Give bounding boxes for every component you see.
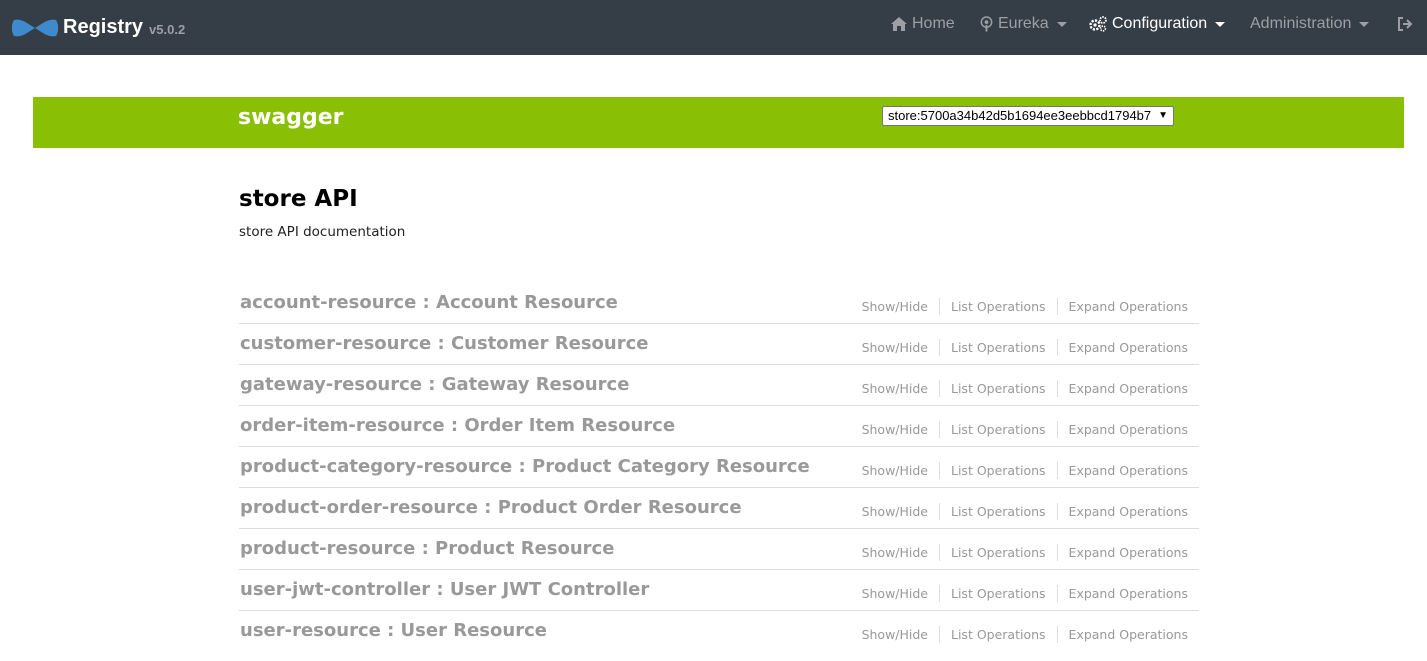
nav-configuration-dropdown[interactable]: Configuration: [1088, 0, 1226, 48]
chevron-down-icon: [1056, 21, 1067, 27]
resource-name-link[interactable]: account-resource : Account Resource: [240, 292, 618, 313]
resource-name-link[interactable]: gateway-resource : Gateway Resource: [240, 374, 629, 395]
resource-row: gateway-resource : Gateway Resource Show/…: [239, 365, 1199, 406]
brand-link[interactable]: Registry v5.0.2: [12, 0, 185, 55]
expand-operations-link[interactable]: Expand Operations: [1056, 503, 1199, 520]
resource-actions: Show/Hide List Operations Expand Operation…: [851, 421, 1199, 438]
list-operations-link[interactable]: List Operations: [939, 585, 1057, 602]
nav-eureka-dropdown[interactable]: Eureka: [979, 0, 1067, 48]
expand-operations-link[interactable]: Expand Operations: [1056, 585, 1199, 602]
registry-logo-icon: [12, 19, 58, 36]
show-hide-link[interactable]: Show/Hide: [851, 380, 939, 397]
list-operations-link[interactable]: List Operations: [939, 298, 1057, 315]
logout-button[interactable]: [1397, 0, 1417, 48]
sign-out-icon: [1398, 17, 1413, 31]
resource-actions: Show/Hide List Operations Expand Operation…: [851, 503, 1199, 520]
resource-row: product-resource : Product Resource Show/…: [239, 529, 1199, 570]
expand-operations-link[interactable]: Expand Operations: [1056, 626, 1199, 643]
nav-configuration-label: Configuration: [1112, 15, 1208, 32]
show-hide-link[interactable]: Show/Hide: [851, 503, 939, 520]
expand-operations-link[interactable]: Expand Operations: [1056, 380, 1199, 397]
api-selector-value: store:5700a34b42d5b1694ee3eebbcd1794b7: [888, 108, 1152, 123]
resource-actions: Show/Hide List Operations Expand Operation…: [851, 626, 1199, 643]
nav-eureka-label: Eureka: [998, 15, 1049, 32]
dropdown-arrow-icon: ▼: [1158, 110, 1168, 121]
show-hide-link[interactable]: Show/Hide: [851, 585, 939, 602]
list-operations-link[interactable]: List Operations: [939, 421, 1057, 438]
top-navbar: Registry v5.0.2 Home Eureka Configuratio…: [0, 0, 1427, 55]
show-hide-link[interactable]: Show/Hide: [851, 462, 939, 479]
resource-name-link[interactable]: user-resource : User Resource: [240, 620, 547, 641]
eureka-icon: [980, 16, 993, 32]
show-hide-link[interactable]: Show/Hide: [851, 421, 939, 438]
brand-name: Registry: [63, 16, 144, 38]
resource-row: user-jwt-controller : User JWT Controlle…: [239, 570, 1199, 611]
resource-row: account-resource : Account Resource Show/…: [239, 283, 1199, 324]
resource-list: account-resource : Account Resource Show/…: [239, 283, 1199, 652]
list-operations-link[interactable]: List Operations: [939, 462, 1057, 479]
api-description: store API documentation: [239, 224, 406, 240]
show-hide-link[interactable]: Show/Hide: [851, 544, 939, 561]
show-hide-link[interactable]: Show/Hide: [851, 626, 939, 643]
resource-actions: Show/Hide List Operations Expand Operation…: [851, 298, 1199, 315]
list-operations-link[interactable]: List Operations: [939, 626, 1057, 643]
resource-actions: Show/Hide List Operations Expand Operation…: [851, 585, 1199, 602]
show-hide-link[interactable]: Show/Hide: [851, 298, 939, 315]
list-operations-link[interactable]: List Operations: [939, 380, 1057, 397]
show-hide-link[interactable]: Show/Hide: [851, 339, 939, 356]
cogs-icon: [1089, 16, 1107, 32]
nav-administration-dropdown[interactable]: Administration: [1250, 0, 1370, 48]
resource-actions: Show/Hide List Operations Expand Operation…: [851, 462, 1199, 479]
resource-name-link[interactable]: order-item-resource : Order Item Resourc…: [240, 415, 675, 436]
swagger-header: swagger store:5700a34b42d5b1694ee3eebbcd…: [33, 97, 1404, 148]
expand-operations-link[interactable]: Expand Operations: [1056, 544, 1199, 561]
expand-operations-link[interactable]: Expand Operations: [1056, 298, 1199, 315]
resource-name-link[interactable]: product-order-resource : Product Order R…: [240, 497, 742, 518]
api-title: store API: [239, 186, 358, 212]
resource-name-link[interactable]: customer-resource : Customer Resource: [240, 333, 648, 354]
expand-operations-link[interactable]: Expand Operations: [1056, 421, 1199, 438]
resource-name-link[interactable]: product-resource : Product Resource: [240, 538, 614, 559]
list-operations-link[interactable]: List Operations: [939, 544, 1057, 561]
brand-version: v5.0.2: [149, 22, 186, 37]
resource-actions: Show/Hide List Operations Expand Operation…: [851, 544, 1199, 561]
resource-actions: Show/Hide List Operations Expand Operation…: [851, 339, 1199, 356]
resource-row: product-order-resource : Product Order R…: [239, 488, 1199, 529]
nav-home[interactable]: Home: [890, 0, 955, 48]
resource-row: customer-resource : Customer Resource Sho…: [239, 324, 1199, 365]
chevron-down-icon: [1215, 21, 1226, 27]
list-operations-link[interactable]: List Operations: [939, 503, 1057, 520]
resource-row: order-item-resource : Order Item Resourc…: [239, 406, 1199, 447]
resource-name-link[interactable]: product-category-resource : Product Cate…: [240, 456, 810, 477]
expand-operations-link[interactable]: Expand Operations: [1056, 462, 1199, 479]
resource-row: user-resource : User Resource Show/Hide Li…: [239, 611, 1199, 652]
resource-row: product-category-resource : Product Cate…: [239, 447, 1199, 488]
resource-actions: Show/Hide List Operations Expand Operation…: [851, 380, 1199, 397]
nav-administration-label: Administration: [1250, 15, 1352, 32]
swagger-title[interactable]: swagger: [238, 105, 344, 130]
chevron-down-icon: [1359, 21, 1370, 27]
expand-operations-link[interactable]: Expand Operations: [1056, 339, 1199, 356]
home-icon: [891, 17, 907, 31]
nav-home-label: Home: [912, 15, 955, 32]
api-selector[interactable]: store:5700a34b42d5b1694ee3eebbcd1794b7 ▼: [882, 106, 1174, 126]
resource-name-link[interactable]: user-jwt-controller : User JWT Controlle…: [240, 579, 649, 600]
list-operations-link[interactable]: List Operations: [939, 339, 1057, 356]
